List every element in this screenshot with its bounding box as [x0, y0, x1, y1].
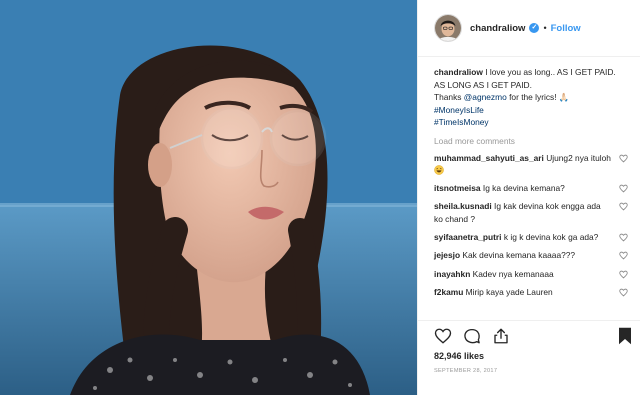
comment-username[interactable]: f2kamu [434, 287, 463, 297]
comment-username[interactable]: jejesjo [434, 250, 460, 260]
follow-button[interactable]: Follow [551, 23, 581, 34]
caption-thanks: Thanks @agnezmo for the lyrics! 🙏🏻 [434, 91, 627, 104]
comment: itsnotmeisa Ig ka devina kemana? [434, 182, 628, 194]
post-username[interactable]: chandraliow [470, 23, 525, 34]
post-date: SEPTEMBER 28, 2017 [434, 368, 498, 374]
heart-icon[interactable] [434, 327, 452, 345]
hashtag-link-2[interactable]: #TimeIsMoney [434, 116, 627, 129]
hashtag-link-1[interactable]: #MoneyIsLife [434, 104, 627, 117]
caption-thanks-before: Thanks [434, 92, 464, 102]
comment-username[interactable]: itsnotmeisa [434, 183, 481, 193]
comment-username[interactable]: muhammad_sahyuti_as_ari [434, 153, 544, 163]
verified-badge-icon: ✓ [529, 23, 540, 33]
like-comment-heart-icon[interactable] [619, 202, 628, 211]
post-photo[interactable] [0, 0, 417, 395]
separator-dot: • [543, 23, 547, 33]
mention-link[interactable]: @agnezmo [464, 92, 507, 102]
comment: muhammad_sahyuti_as_ari Ujung2 nya itulo… [434, 152, 628, 177]
like-comment-heart-icon[interactable] [619, 288, 628, 297]
like-comment-heart-icon[interactable] [619, 251, 628, 260]
like-comment-heart-icon[interactable] [619, 270, 628, 279]
like-comment-heart-icon[interactable] [619, 233, 628, 242]
caption-username[interactable]: chandraliow [434, 67, 483, 77]
post-actions: 82,946 likes SEPTEMBER 28, 2017 [418, 320, 640, 395]
comments-section: chandraliow I love you as long.. AS I GE… [418, 58, 640, 320]
post-caption: chandraliow I love you as long.. AS I GE… [434, 66, 627, 129]
comment-text: Kak devina kemana kaaaa??? [462, 250, 576, 261]
comment-text: Ujung2 nya ituloh [546, 152, 611, 163]
action-icons [434, 321, 631, 351]
caption-thanks-after: for the lyrics! 🙏🏻 [506, 92, 570, 102]
avatar[interactable] [434, 14, 462, 42]
share-icon[interactable] [492, 327, 510, 345]
comment-username[interactable]: sheila.kusnadi [434, 201, 492, 211]
comment: sheila.kusnadi Ig kak devina kok engga a… [434, 200, 628, 225]
likes-count[interactable]: 82,946 likes [434, 351, 625, 361]
caption-text-2: AS LONG AS I GET PAID. [434, 79, 532, 90]
comment-username[interactable]: syifaanetra_putri [434, 232, 502, 242]
load-more-comments-button[interactable]: Load more comments [434, 136, 627, 146]
comment: jejesjo Kak devina kemana kaaaa??? [434, 249, 628, 261]
instagram-post: chandraliow ✓ • Follow chandraliow I lov… [0, 0, 640, 395]
avatar-image [435, 15, 461, 41]
comment-username[interactable]: inayahkn [434, 269, 470, 279]
post-header: chandraliow ✓ • Follow [418, 0, 640, 57]
comment-text: k ig k devina kok ga ada? [503, 231, 599, 242]
like-comment-heart-icon[interactable] [619, 184, 628, 193]
comment-text: Ig ka devina kemana? [482, 183, 565, 194]
bookmark-icon[interactable] [617, 327, 633, 345]
like-comment-heart-icon[interactable] [619, 154, 628, 163]
portrait-illustration [0, 0, 417, 395]
caption-text-1: I love you as long.. AS I GET PAID. [485, 67, 616, 77]
comment-icon[interactable] [463, 327, 481, 345]
comment: inayahkn Kadev nya kemanaaa [434, 268, 628, 280]
comment: syifaanetra_putri k ig k devina kok ga a… [434, 231, 628, 243]
comment-text: Kadev nya kemanaaa [472, 268, 554, 279]
laughing-emoji [434, 164, 444, 175]
post-sidebar: chandraliow ✓ • Follow chandraliow I lov… [417, 0, 640, 395]
comment: f2kamu Mirip kaya yade Lauren [434, 286, 628, 298]
comment-text: Mirip kaya yade Lauren [465, 286, 553, 297]
